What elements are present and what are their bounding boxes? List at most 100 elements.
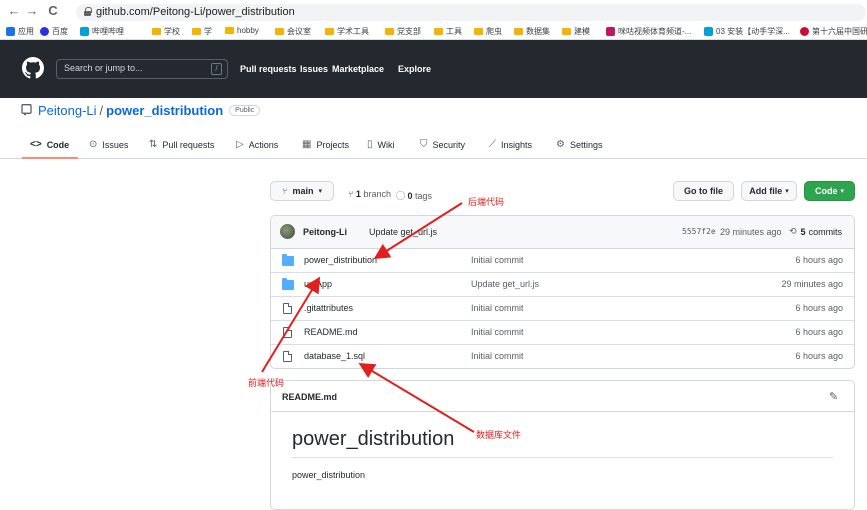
bookmark-item[interactable]: 应用 xyxy=(6,26,34,37)
graph-icon: ⟋ xyxy=(489,139,496,150)
nav-issues[interactable]: Issues xyxy=(300,64,328,74)
reload-icon[interactable]: C xyxy=(45,3,61,18)
branch-select-button[interactable]: ⑂ main ▾ xyxy=(270,181,334,201)
caret-down-icon: ▾ xyxy=(785,188,789,195)
readme-heading: power_distribution xyxy=(292,428,455,450)
file-name[interactable]: power_distribution xyxy=(304,255,377,265)
bookmark-item[interactable]: 咪咕视频体育频道-... xyxy=(606,26,691,37)
file-commit-message[interactable]: Initial commit xyxy=(471,351,524,361)
file-commit-message[interactable]: Initial commit xyxy=(471,303,524,313)
tab-actions[interactable]: ▷ Actions xyxy=(236,139,278,150)
bookmark-item[interactable]: 第十六届中国研 xyxy=(800,26,867,37)
folder-icon xyxy=(434,28,443,35)
file-name[interactable]: README.md xyxy=(304,327,358,337)
file-commit-message[interactable]: Initial commit xyxy=(471,327,524,337)
slash-shortcut-icon: / xyxy=(211,63,222,75)
table-row[interactable]: uniApp Update get_url.js 29 minutes ago xyxy=(271,273,854,297)
add-file-button[interactable]: Add file ▾ xyxy=(741,181,797,201)
bookmark-item[interactable]: 03 安装【动手学深... xyxy=(704,26,790,37)
commit-time: 29 minutes ago xyxy=(720,227,782,237)
annotation-backend-label: 后端代码 xyxy=(468,197,505,207)
branches-link[interactable]: ⑂ 1 branch xyxy=(348,189,391,199)
commits-history-link[interactable]: ⟲ 5 commits xyxy=(789,226,842,237)
bookmark-item[interactable]: 爬虫 xyxy=(474,26,502,37)
tab-wiki[interactable]: ▯ Wiki xyxy=(367,139,395,150)
file-name[interactable]: database_1.sql xyxy=(304,351,365,361)
commit-message[interactable]: Update get_url.js xyxy=(369,227,437,237)
repo-name-link[interactable]: power_distribution xyxy=(106,103,223,118)
bookmark-item[interactable]: 数据集 xyxy=(514,26,550,37)
branch-icon: ⑂ xyxy=(282,186,288,196)
bookmark-item[interactable]: 工具 xyxy=(434,26,462,37)
tab-projects[interactable]: ▦ Projects xyxy=(302,139,349,150)
play-icon: ▷ xyxy=(236,139,244,150)
tab-issues[interactable]: ⊙ Issues xyxy=(89,139,128,150)
search-input[interactable]: Search or jump to... / xyxy=(56,59,228,79)
bookmarks-bar: 应用 百度 哔哩哔哩 学校 学 hobby 会议室 学术工具 党支部 工具 爬虫… xyxy=(0,24,867,40)
repo-title: Peitong-Li / power_distribution Public xyxy=(21,102,261,118)
table-row[interactable]: .gitattributes Initial commit 6 hours ag… xyxy=(271,297,854,321)
huawei-icon xyxy=(800,27,809,36)
tab-code[interactable]: <> Code xyxy=(30,139,69,150)
caret-down-icon: ▾ xyxy=(840,188,844,195)
nav-pull-requests[interactable]: Pull requests xyxy=(240,64,297,74)
issue-icon: ⊙ xyxy=(89,139,98,150)
file-name[interactable]: uniApp xyxy=(304,279,332,289)
code-button[interactable]: Code ▾ xyxy=(804,181,855,201)
file-time: 29 minutes ago xyxy=(781,279,843,289)
gear-icon: ⚙ xyxy=(556,139,565,150)
code-icon: <> xyxy=(30,139,42,150)
pencil-icon[interactable]: ✎ xyxy=(829,390,838,403)
file-commit-message[interactable]: Initial commit xyxy=(471,255,524,265)
file-name[interactable]: .gitattributes xyxy=(304,303,353,313)
bookmark-item[interactable]: 会议室 xyxy=(275,26,311,37)
bookmark-item[interactable]: hobby xyxy=(225,26,259,35)
table-row[interactable]: database_1.sql Initial commit 6 hours ag… xyxy=(271,345,854,368)
tags-link[interactable]: ⃝ 0 tags xyxy=(405,189,433,202)
bookmark-item[interactable]: 哔哩哔哩 xyxy=(80,26,124,37)
tab-insights[interactable]: ⟋ Insights xyxy=(489,139,532,150)
folder-icon xyxy=(282,254,294,266)
folder-icon xyxy=(192,28,201,35)
file-list: Peitong-Li Update get_url.js 5557f2e 29 … xyxy=(270,215,855,369)
go-to-file-button[interactable]: Go to file xyxy=(673,181,734,201)
bookmark-item[interactable]: 学校 xyxy=(152,26,180,37)
apps-icon xyxy=(6,27,15,36)
file-time: 6 hours ago xyxy=(795,351,843,361)
url-text[interactable]: github.com/Peitong-Li/power_distribution xyxy=(96,6,295,18)
bookmark-item[interactable]: 百度 xyxy=(40,26,68,37)
shield-icon: ⛉ xyxy=(420,139,428,150)
readme-title[interactable]: README.md xyxy=(282,392,337,402)
book-icon: ▯ xyxy=(367,139,373,150)
search-placeholder: Search or jump to... xyxy=(64,63,143,73)
file-icon xyxy=(283,327,292,338)
tab-security[interactable]: ⛉ Security xyxy=(420,139,465,150)
file-time: 6 hours ago xyxy=(795,303,843,313)
forward-icon[interactable]: → xyxy=(24,3,40,18)
back-icon[interactable]: ← xyxy=(6,3,22,18)
table-row[interactable]: power_distribution Initial commit 6 hour… xyxy=(271,249,854,273)
bilibili-icon xyxy=(80,27,89,36)
nav-marketplace[interactable]: Marketplace xyxy=(332,64,384,74)
folder-icon xyxy=(474,28,483,35)
avatar[interactable] xyxy=(280,224,295,239)
address-bar[interactable]: github.com/Peitong-Li/power_distribution xyxy=(76,4,866,21)
bookmark-item[interactable]: 建模 xyxy=(562,26,590,37)
commit-author[interactable]: Peitong-Li xyxy=(303,227,347,237)
bookmark-item[interactable]: 学 xyxy=(192,26,212,37)
tab-settings[interactable]: ⚙ Settings xyxy=(556,139,603,150)
nav-explore[interactable]: Explore xyxy=(398,64,431,74)
commit-hash[interactable]: 5557f2e xyxy=(682,227,716,236)
bookmark-item[interactable]: 学术工具 xyxy=(325,26,369,37)
readme-body: power_distribution xyxy=(292,470,366,480)
repo-owner-link[interactable]: Peitong-Li xyxy=(38,103,97,118)
github-logo-icon[interactable] xyxy=(22,57,44,79)
file-commit-message[interactable]: Update get_url.js xyxy=(471,279,539,289)
tab-pull-requests[interactable]: ⇅ Pull requests xyxy=(149,139,214,150)
folder-icon xyxy=(152,28,161,35)
divider xyxy=(292,457,833,458)
table-row[interactable]: README.md Initial commit 6 hours ago xyxy=(271,321,854,345)
active-tab-indicator xyxy=(22,157,78,159)
repo-tabs: <> Code ⊙ Issues ⇅ Pull requests ▷ Actions ▦… xyxy=(0,133,867,159)
bookmark-item[interactable]: 党支部 xyxy=(385,26,421,37)
